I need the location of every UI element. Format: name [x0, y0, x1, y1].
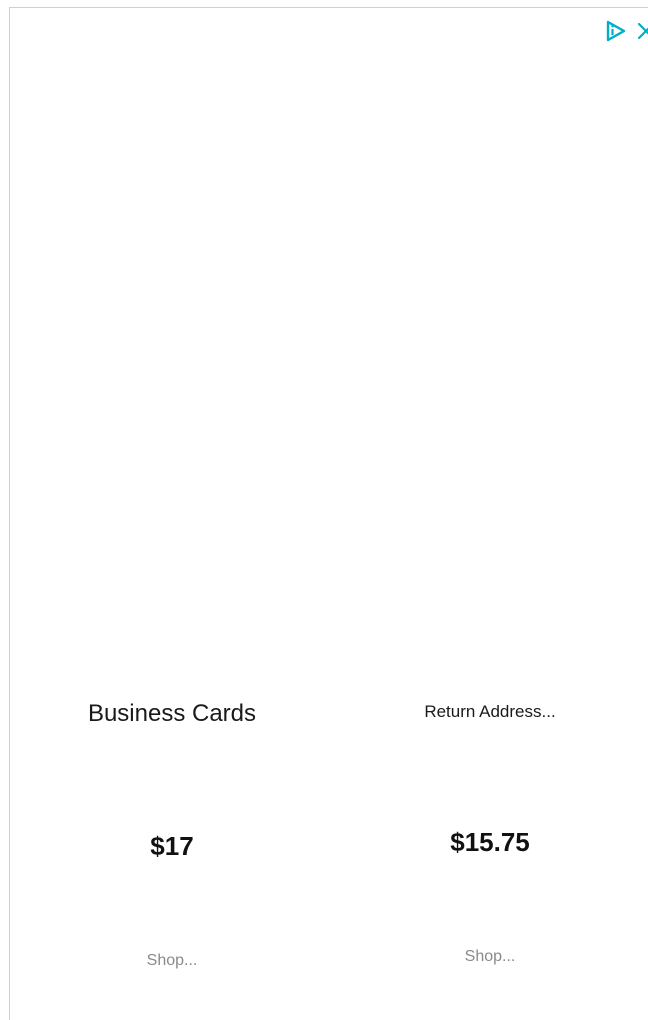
product-price: $17	[150, 831, 194, 861]
close-icon[interactable]	[635, 20, 648, 42]
adchoices-icon[interactable]	[605, 20, 627, 42]
shop-link[interactable]: Shop...	[340, 944, 640, 970]
ad-controls	[605, 18, 648, 44]
shop-link[interactable]: Shop...	[22, 948, 322, 974]
product-price: $15.75	[450, 827, 530, 857]
product-card-return-address[interactable]: Return Address... $15.75 Shop...	[340, 694, 640, 970]
product-title[interactable]: Return Address...	[340, 694, 640, 730]
product-card-business-cards[interactable]: Business Cards $17 Shop...	[22, 694, 322, 974]
product-title[interactable]: Business Cards	[22, 694, 322, 734]
